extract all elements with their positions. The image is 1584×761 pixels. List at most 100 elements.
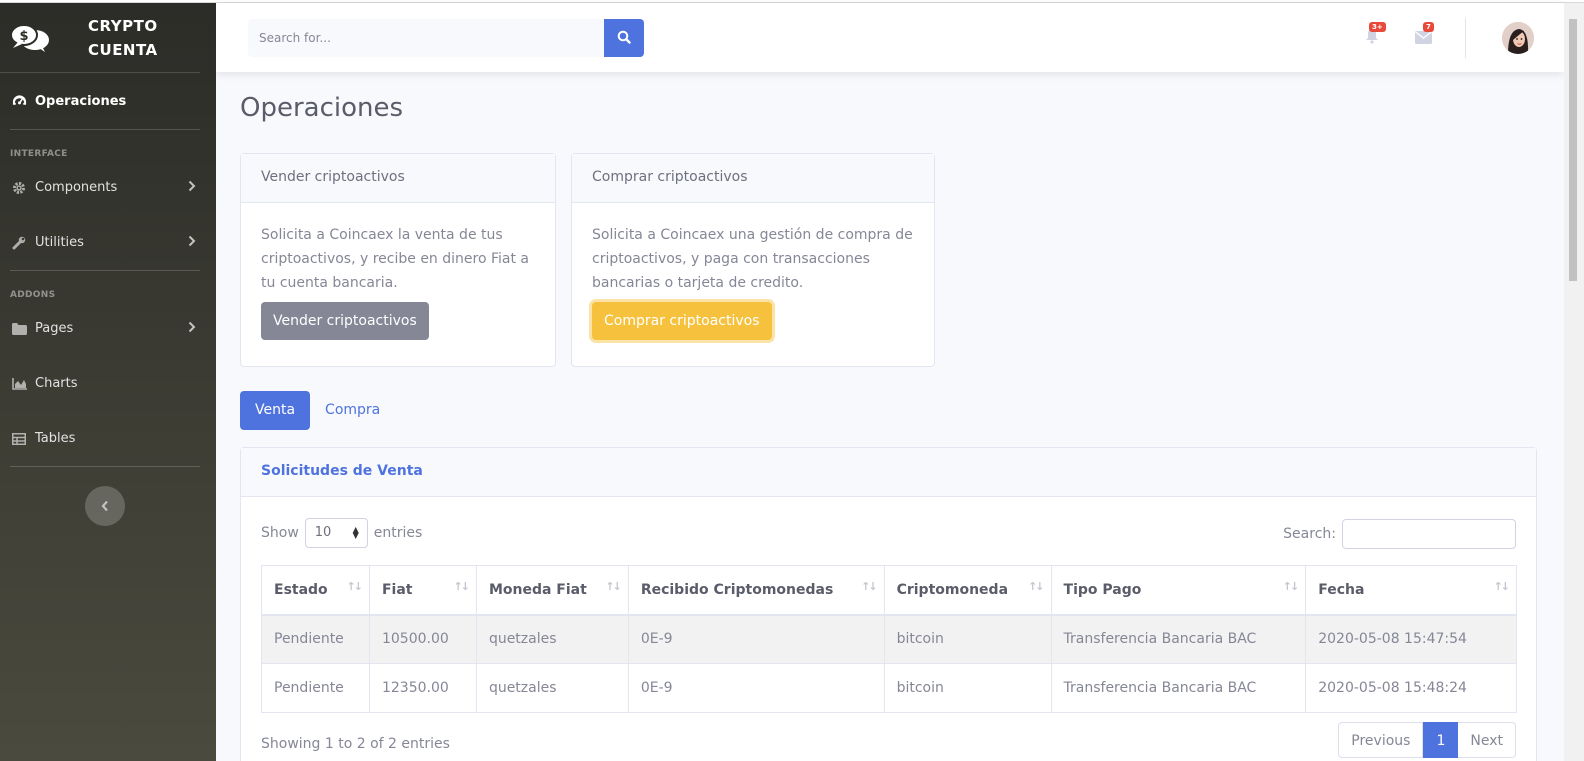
sort-icon: ↑↓ [453, 580, 471, 593]
sidebar-heading-interface: INTERFACE [10, 149, 68, 159]
alerts-button[interactable]: 3+ [1362, 22, 1386, 48]
sidebar-item-label: Operaciones [35, 93, 127, 109]
sidebar-toggle-button[interactable] [85, 486, 125, 526]
operation-tabs: Venta Compra [240, 391, 395, 430]
tachometer-icon [11, 93, 27, 109]
cell-fecha: 2020-05-08 15:47:54 [1305, 614, 1517, 664]
sidebar-item-charts[interactable]: Charts [0, 356, 216, 411]
sidebar-item-tables[interactable]: Tables [0, 411, 216, 466]
cell-fiat: 12350.00 [368, 663, 477, 713]
user-avatar[interactable] [1502, 22, 1534, 54]
pagination: Previous 1 Next [1338, 722, 1516, 758]
entries-length-control: Show 10 ▲ ▼ entries [261, 518, 422, 548]
show-label: Show [261, 525, 299, 541]
sidebar-item-pages[interactable]: Pages [0, 301, 216, 356]
alerts-badge: 3+ [1369, 22, 1386, 32]
column-header-tipo-pago[interactable]: Tipo Pago ↑↓ [1050, 565, 1307, 616]
chevron-left-icon [101, 497, 109, 516]
cell-fecha: 2020-05-08 15:48:24 [1305, 663, 1517, 713]
tab-compra[interactable]: Compra [310, 391, 395, 430]
brand[interactable]: $ CRYPTO CUENTA [0, 3, 200, 73]
svg-text:$: $ [19, 29, 28, 44]
chart-area-icon [11, 376, 27, 392]
buy-crypto-button[interactable]: Comprar criptoactivos [592, 302, 772, 340]
pagination-previous[interactable]: Previous [1338, 722, 1424, 758]
table-row: Pendiente 10500.00 quetzales 0E-9 bitcoi… [261, 614, 1517, 664]
page-scrollbar[interactable] [1564, 3, 1584, 761]
sidebar-heading-addons: ADDONS [10, 290, 56, 300]
chevron-right-icon [188, 235, 196, 251]
sidebar-divider [10, 466, 200, 467]
table-card-title: Solicitudes de Venta [241, 448, 1536, 497]
buy-card-header: Comprar criptoactivos [572, 154, 934, 203]
messages-button[interactable]: 7 [1413, 22, 1434, 48]
table-row: Pendiente 12350.00 quetzales 0E-9 bitcoi… [261, 663, 1517, 713]
table-info: Showing 1 to 2 of 2 entries [261, 736, 450, 752]
sell-card: Vender criptoactivos Solicita a Coincaex… [240, 153, 556, 367]
select-arrows-icon: ▲ ▼ [352, 525, 359, 540]
scrollbar-thumb[interactable] [1569, 19, 1577, 281]
chevron-right-icon [188, 180, 196, 196]
cell-recibido: 0E-9 [627, 614, 885, 664]
sidebar-item-components[interactable]: Components [0, 160, 216, 215]
search-button[interactable] [604, 19, 644, 57]
brand-line-2: CUENTA [88, 40, 158, 59]
entries-select[interactable]: 10 ▲ ▼ [304, 518, 368, 548]
sidebar-item-utilities[interactable]: Utilities [0, 215, 216, 270]
table-search-input[interactable] [1342, 519, 1516, 549]
topbar-divider [1465, 18, 1466, 58]
cell-tipo-pago: Transferencia Bancaria BAC [1050, 614, 1307, 664]
sort-icon: ↑↓ [346, 580, 364, 593]
column-header-criptomoneda[interactable]: Criptomoneda ↑↓ [883, 565, 1052, 616]
sidebar: $ CRYPTO CUENTA Operaciones INTERFACE Co… [0, 3, 216, 761]
chat-dollar-icon: $ [8, 20, 52, 56]
cell-tipo-pago: Transferencia Bancaria BAC [1050, 663, 1307, 713]
search-input[interactable] [248, 19, 604, 57]
sort-icon: ↑↓ [1282, 580, 1300, 593]
wrench-icon [11, 235, 27, 251]
table-header-row: Estado ↑↓ Fiat ↑↓ Moneda Fiat ↑↓ Recibido C… [261, 565, 1517, 616]
search-icon [617, 29, 631, 48]
sidebar-item-label: Pages [35, 321, 74, 336]
sales-table: Estado ↑↓ Fiat ↑↓ Moneda Fiat ↑↓ Recibido C… [261, 565, 1517, 713]
sort-icon: ↑↓ [605, 580, 622, 593]
brand-line-1: CRYPTO [88, 16, 158, 35]
pagination-page-1[interactable]: 1 [1423, 722, 1459, 758]
column-header-fecha[interactable]: Fecha ↑↓ [1305, 565, 1517, 616]
table-icon [11, 431, 27, 447]
entries-select-value: 10 [314, 525, 332, 540]
tab-venta[interactable]: Venta [240, 391, 311, 430]
sort-icon: ↑↓ [1028, 580, 1045, 593]
pagination-next[interactable]: Next [1458, 722, 1516, 758]
column-header-moneda-fiat[interactable]: Moneda Fiat ↑↓ [475, 565, 629, 616]
cell-estado: Pendiente [261, 614, 370, 664]
sort-icon: ↑↓ [1493, 580, 1511, 593]
entries-label: entries [373, 525, 423, 541]
sell-card-header: Vender criptoactivos [241, 154, 555, 203]
cell-moneda-fiat: quetzales [475, 663, 629, 713]
column-header-recibido-criptomonedas[interactable]: Recibido Criptomonedas ↑↓ [627, 565, 885, 616]
gear-icon [11, 180, 27, 196]
messages-badge: 7 [1423, 22, 1434, 32]
sell-crypto-button[interactable]: Vender criptoactivos [261, 302, 429, 340]
sidebar-item-label: Charts [35, 376, 78, 391]
topbar: 3+ 7 [216, 3, 1564, 72]
cell-moneda-fiat: quetzales [475, 614, 629, 664]
buy-card-text: Solicita a Coincaex una gestión de compr… [592, 227, 913, 291]
table-search-control: Search: [1283, 519, 1516, 549]
page-title: Operaciones [240, 93, 404, 123]
cell-estado: Pendiente [261, 663, 370, 713]
table-search-label: Search: [1283, 526, 1336, 542]
topbar-search [248, 19, 644, 57]
sidebar-item-operaciones[interactable]: Operaciones [0, 73, 216, 129]
column-header-estado[interactable]: Estado ↑↓ [261, 565, 370, 616]
cell-criptomoneda: bitcoin [883, 663, 1052, 713]
cell-recibido: 0E-9 [627, 663, 885, 713]
sales-requests-card: Solicitudes de Venta Show 10 ▲ ▼ entries … [240, 447, 1537, 761]
chevron-right-icon [188, 321, 196, 337]
sidebar-item-label: Components [35, 180, 118, 195]
sort-icon: ↑↓ [861, 580, 878, 593]
cell-fiat: 10500.00 [368, 614, 477, 664]
column-header-fiat[interactable]: Fiat ↑↓ [368, 565, 477, 616]
buy-card: Comprar criptoactivos Solicita a Coincae… [571, 153, 935, 367]
